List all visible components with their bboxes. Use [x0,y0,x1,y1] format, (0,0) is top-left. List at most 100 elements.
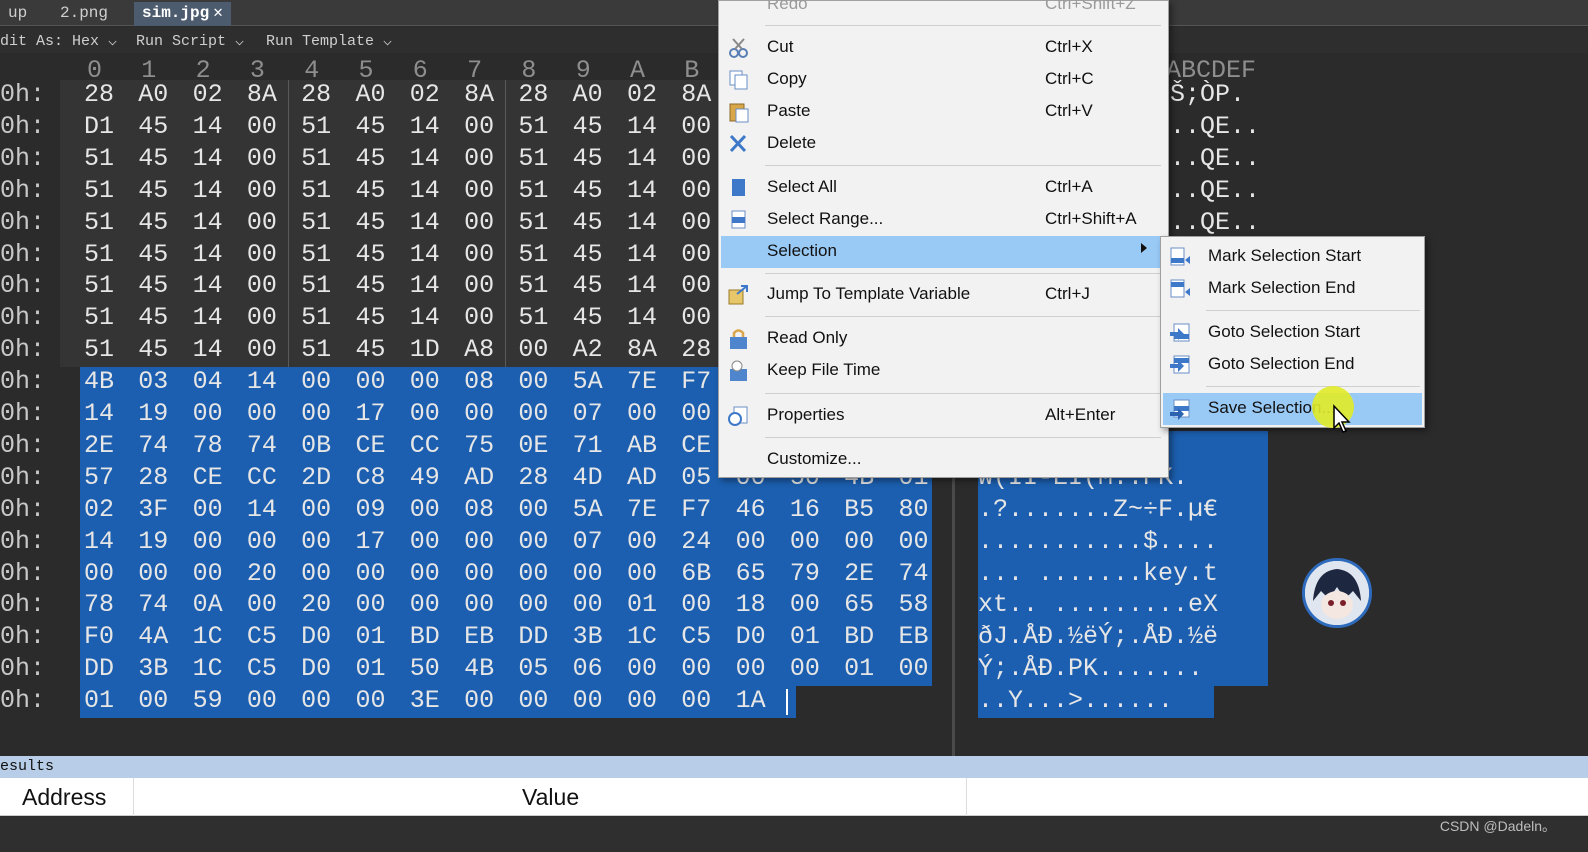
hex-byte[interactable]: 78 [72,590,126,619]
hex-byte[interactable]: 14 [398,176,452,205]
hex-byte[interactable]: 14 [615,271,669,300]
hex-byte[interactable]: C5 [669,622,723,651]
hex-byte[interactable]: 00 [724,654,778,683]
hex-byte[interactable]: 00 [887,527,941,556]
hex-byte[interactable]: 8A [669,80,723,109]
hex-byte[interactable]: F0 [72,622,126,651]
hex-byte[interactable]: 51 [289,144,343,173]
menu-item-cut[interactable]: Cut Ctrl+X [721,32,1166,64]
hex-byte[interactable]: DD [506,622,560,651]
hex-byte[interactable]: 74 [235,431,289,460]
ascii-text[interactable]: ... .......key.t [978,559,1218,588]
submenu-item-mark-selection-start[interactable]: Mark Selection Start [1163,241,1422,273]
hex-byte[interactable]: 08 [452,367,506,396]
hex-byte[interactable]: 45 [344,144,398,173]
hex-byte[interactable]: 14 [398,303,452,332]
hex-byte[interactable]: 51 [72,271,126,300]
hex-byte[interactable]: AD [615,463,669,492]
hex-byte[interactable]: 00 [289,495,343,524]
hex-byte[interactable]: 00 [506,495,560,524]
hex-byte[interactable]: 79 [778,559,832,588]
hex-byte[interactable]: 74 [126,431,180,460]
hex-byte[interactable]: 00 [506,527,560,556]
hex-byte[interactable]: 14 [181,303,235,332]
hex-byte[interactable]: 80 [887,495,941,524]
hex-byte[interactable]: 00 [72,559,126,588]
hex-byte[interactable]: 00 [561,559,615,588]
hex-byte[interactable]: 65 [832,590,886,619]
hex-byte[interactable]: 00 [344,686,398,715]
ascii-text[interactable]: ...........$.... [978,527,1218,556]
hex-byte[interactable]: 17 [344,527,398,556]
hex-byte[interactable]: 4B [452,654,506,683]
hex-byte[interactable]: 19 [126,399,180,428]
hex-byte[interactable]: 3B [126,654,180,683]
hex-byte[interactable]: 51 [289,112,343,141]
hex-byte[interactable]: 14 [615,144,669,173]
hex-byte[interactable]: 00 [235,271,289,300]
hex-byte[interactable]: EB [887,622,941,651]
hex-byte[interactable]: 00 [452,112,506,141]
hex-byte[interactable]: 17 [344,399,398,428]
hex-byte[interactable]: 00 [506,590,560,619]
menu-item-read-only[interactable]: Read Only [721,323,1166,355]
hex-byte[interactable]: 14 [181,271,235,300]
menu-item-selection[interactable]: Selection [721,236,1166,268]
hex-byte[interactable]: 51 [506,240,560,269]
hex-byte[interactable]: 00 [398,495,452,524]
hex-byte[interactable]: 00 [452,590,506,619]
hex-byte[interactable]: 05 [506,654,560,683]
hex-byte[interactable]: D0 [724,622,778,651]
hex-byte[interactable]: 14 [181,144,235,173]
hex-byte[interactable]: 00 [669,654,723,683]
hex-byte[interactable]: C8 [344,463,398,492]
hex-byte[interactable]: 00 [452,559,506,588]
hex-byte[interactable]: 7E [615,495,669,524]
hex-byte[interactable]: 45 [344,240,398,269]
hex-byte[interactable]: 45 [126,271,180,300]
ascii-text[interactable]: ðJ.ÅÐ.½ëÝ;.ÅÐ.½ë [978,622,1218,651]
tab-up[interactable]: up [0,2,35,26]
hex-byte[interactable]: 71 [561,431,615,460]
hex-byte[interactable]: 51 [506,303,560,332]
hex-byte[interactable]: 14 [615,303,669,332]
hex-byte[interactable]: 14 [181,208,235,237]
hex-byte[interactable]: 45 [561,271,615,300]
hex-byte[interactable]: 00 [561,686,615,715]
hex-byte[interactable]: 45 [126,176,180,205]
hex-byte[interactable]: C5 [235,622,289,651]
hex-byte[interactable]: 19 [126,527,180,556]
hex-byte[interactable]: 00 [398,367,452,396]
hex-byte[interactable]: 14 [398,112,452,141]
menu-item-select-range[interactable]: Select Range... Ctrl+Shift+A [721,204,1166,236]
hex-byte[interactable]: 8A [452,80,506,109]
hex-byte[interactable]: 04 [181,367,235,396]
hex-byte[interactable]: 00 [669,590,723,619]
hex-byte[interactable]: 75 [452,431,506,460]
hex-byte[interactable]: 51 [506,271,560,300]
hex-byte[interactable]: 03 [126,367,180,396]
hex-byte[interactable]: 14 [235,367,289,396]
menu-item-paste[interactable]: Paste Ctrl+V [721,96,1166,128]
hex-byte[interactable]: CE [344,431,398,460]
hex-byte[interactable]: 3B [561,622,615,651]
tab-sim-jpg[interactable]: sim.jpg ✕ [134,2,231,26]
hex-byte[interactable]: 1C [181,622,235,651]
hex-byte[interactable]: F7 [669,367,723,396]
hex-byte[interactable]: 00 [289,399,343,428]
hex-byte[interactable]: B5 [832,495,886,524]
hex-byte[interactable]: 00 [669,303,723,332]
hex-byte[interactable]: 45 [344,303,398,332]
hex-byte[interactable]: 00 [289,367,343,396]
hex-byte[interactable]: 00 [506,399,560,428]
hex-byte[interactable]: 2E [832,559,886,588]
hex-byte[interactable]: 51 [289,208,343,237]
hex-byte[interactable]: 28 [289,80,343,109]
hex-byte[interactable]: 00 [615,527,669,556]
hex-byte[interactable]: 07 [561,527,615,556]
hex-byte[interactable]: 51 [506,208,560,237]
hex-byte[interactable]: 00 [615,399,669,428]
hex-byte[interactable]: 18 [724,590,778,619]
hex-byte[interactable]: A8 [452,335,506,364]
hex-byte[interactable]: 02 [181,80,235,109]
